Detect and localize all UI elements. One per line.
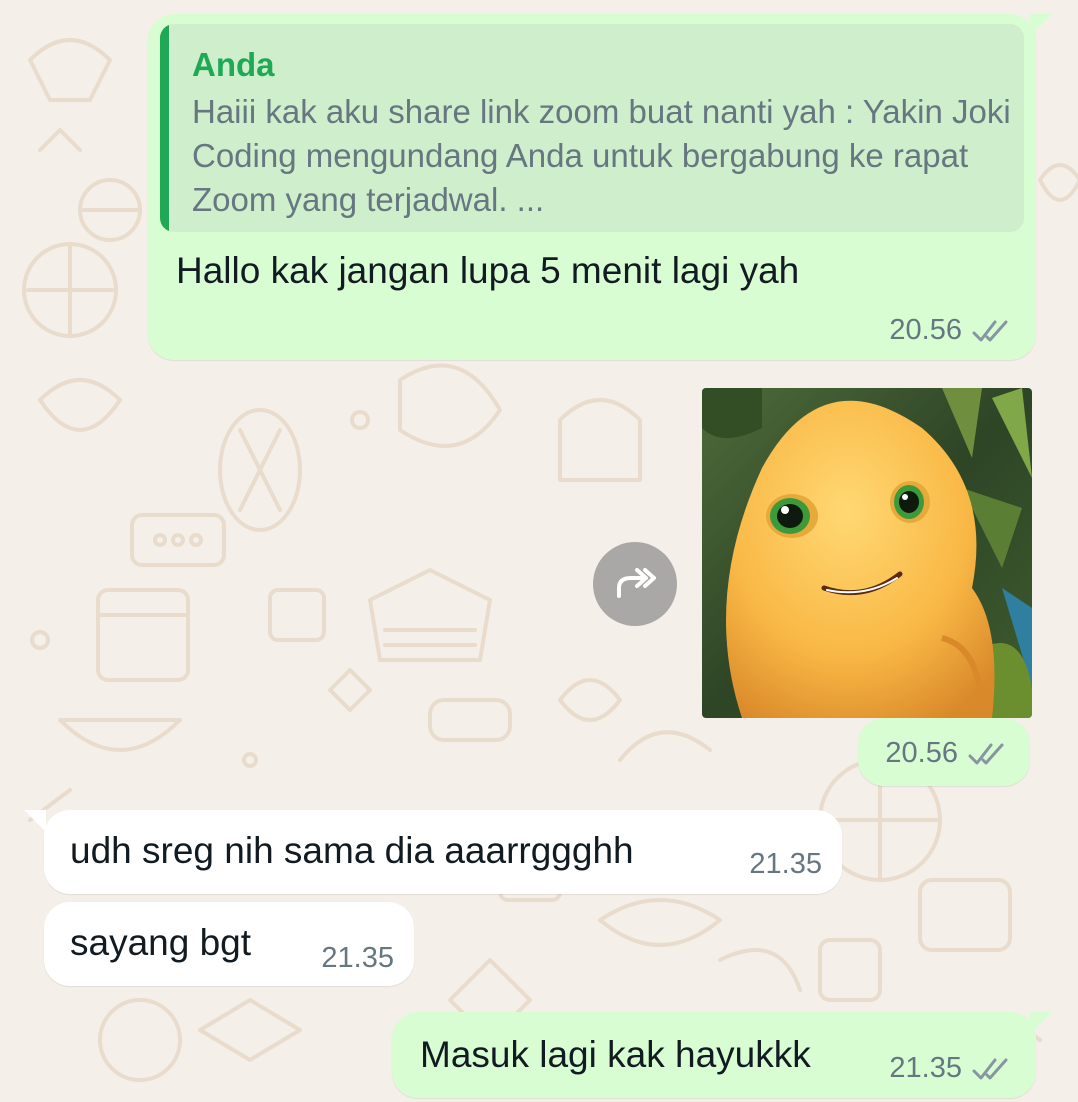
forward-icon bbox=[617, 568, 656, 598]
quote-accent-bar bbox=[160, 24, 169, 232]
quoted-text: Haiii kak aku share link zoom buat nanti… bbox=[192, 93, 1011, 218]
quoted-author: Anda bbox=[192, 46, 275, 83]
message-meta: 21.35 bbox=[889, 1052, 1014, 1085]
image-meta-bubble: 20.56 bbox=[858, 718, 1030, 786]
message-bubble-outgoing[interactable]: Masuk lagi kak hayukkk 21.35 bbox=[392, 1012, 1036, 1098]
bubble-tail bbox=[24, 810, 46, 832]
message-time: 21.35 bbox=[749, 848, 822, 880]
message-bubble-incoming[interactable]: udh sreg nih sama dia aaarrggghh 21.35 bbox=[44, 810, 842, 894]
double-check-icon bbox=[972, 320, 1008, 341]
message-time: 21.35 bbox=[321, 942, 394, 974]
shared-image[interactable] bbox=[702, 388, 1032, 718]
message-text: udh sreg nih sama dia aaarrggghh bbox=[70, 830, 634, 871]
message-text: sayang bgt bbox=[70, 922, 252, 963]
message-bubble-outgoing-reply[interactable]: Anda Haiii kak aku share link zoom buat … bbox=[148, 14, 1036, 360]
message-text: Masuk lagi kak hayukkk bbox=[420, 1034, 811, 1075]
forward-button[interactable] bbox=[593, 542, 677, 626]
message-time: 21.35 bbox=[889, 1052, 962, 1084]
message-text: Hallo kak jangan lupa 5 menit lagi yah bbox=[176, 250, 800, 291]
quoted-message[interactable]: Anda Haiii kak aku share link zoom buat … bbox=[160, 24, 1024, 232]
image-content bbox=[702, 388, 1032, 718]
bubble-tail bbox=[1030, 14, 1052, 36]
message-meta: 20.56 bbox=[885, 737, 1010, 770]
message-time: 20.56 bbox=[885, 737, 958, 769]
double-check-icon bbox=[968, 743, 1004, 764]
message-bubble-incoming[interactable]: sayang bgt 21.35 bbox=[44, 902, 414, 986]
message-meta: 20.56 bbox=[889, 314, 1014, 347]
double-check-icon bbox=[972, 1058, 1008, 1079]
message-time: 20.56 bbox=[889, 314, 962, 346]
bubble-tail bbox=[1030, 1012, 1052, 1034]
